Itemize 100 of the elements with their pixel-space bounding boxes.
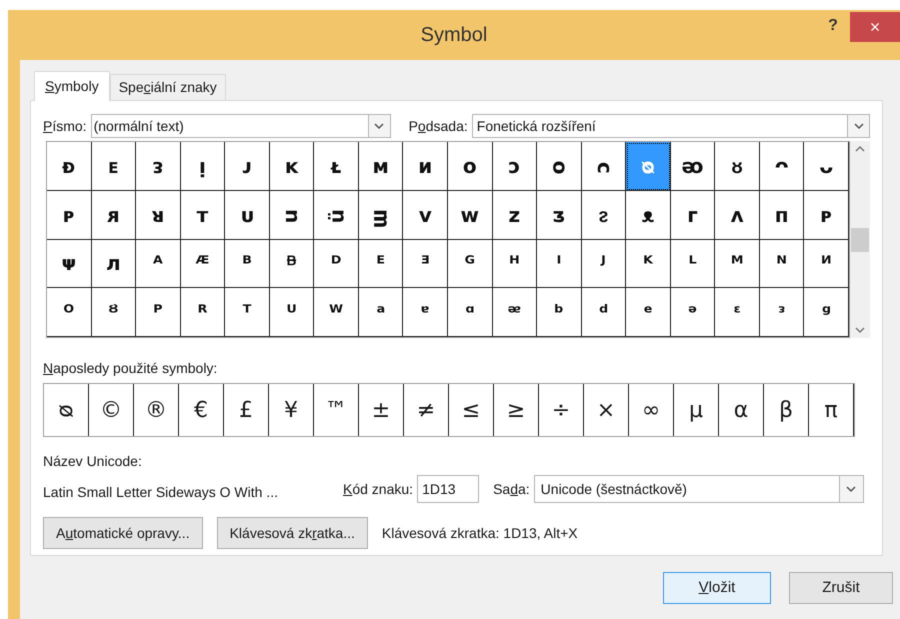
symbol-cell[interactable]: ᵅ <box>448 288 493 337</box>
symbol-cell[interactable]: ᴤ <box>582 190 626 240</box>
symbol-cell[interactable]: ᴥ <box>626 190 671 240</box>
symbol-cell[interactable]: ᴚ <box>136 190 181 240</box>
font-dropdown[interactable]: (normální text) <box>90 114 391 138</box>
symbol-cell[interactable]: ᵋ <box>715 288 760 337</box>
symbol-cell[interactable]: ᵌ <box>760 288 804 337</box>
symbol-cell[interactable]: ᴊ <box>225 142 270 191</box>
symbol-cell[interactable]: ᴾ <box>136 288 181 337</box>
recent-symbol-cell[interactable]: ≤ <box>449 384 494 436</box>
recent-symbol-cell[interactable]: µ <box>674 384 719 436</box>
symbol-cell[interactable]: ᴍ <box>358 142 404 191</box>
symbol-cell[interactable]: ᴭ <box>180 240 226 288</box>
symbol-cell[interactable]: ᴆ <box>47 142 92 191</box>
symbol-cell[interactable]: ᵄ <box>403 288 448 337</box>
symbol-cell[interactable]: ᵃ <box>358 288 404 337</box>
symbol-cell[interactable]: ᴌ <box>314 142 359 191</box>
symbol-cell[interactable]: ᵊ <box>670 288 716 337</box>
symbol-cell[interactable]: ᴎ <box>403 142 448 191</box>
recent-symbol-cell[interactable]: × <box>584 384 629 436</box>
symbol-cell[interactable]: ᴜ <box>225 190 270 240</box>
subset-dropdown[interactable]: Fonetická rozšíření <box>472 114 870 138</box>
tab[interactable]: Symboly <box>34 71 110 101</box>
symbol-cell[interactable]: ᴛ <box>180 190 226 240</box>
recent-symbol-cell[interactable]: £ <box>224 384 269 436</box>
symbol-cell[interactable]: ᴔ <box>670 142 716 191</box>
symbol-cell[interactable]: ᴿ <box>180 288 226 337</box>
symbol-cell[interactable]: ᴬ <box>136 240 181 288</box>
symbol-cell[interactable]: ᴺ <box>760 240 804 288</box>
insert-button[interactable]: Vložit <box>663 572 771 604</box>
symbol-cell[interactable]: ᴑ <box>537 142 582 191</box>
symbol-cell[interactable]: ᴴ <box>492 240 538 288</box>
symbol-cell[interactable]: ᴒ <box>582 142 626 191</box>
symbol-cell[interactable]: ᴶ <box>582 240 626 288</box>
symbol-cell[interactable]: ᵈ <box>582 288 626 337</box>
scroll-down-icon[interactable] <box>855 327 866 334</box>
symbol-cell[interactable]: ᴫ <box>92 240 136 288</box>
scroll-up-icon[interactable] <box>855 145 866 152</box>
recent-symbol-cell[interactable]: ÷ <box>539 384 584 436</box>
tab[interactable]: Speciální znaky <box>110 74 226 100</box>
symbol-cell[interactable]: ᴇ <box>92 142 136 191</box>
symbol-cell[interactable]: ᴩ <box>804 190 850 240</box>
symbol-cell[interactable]: ᴝ <box>270 190 314 240</box>
symbol-cell[interactable]: ᴨ <box>760 190 804 240</box>
recent-symbol-cell[interactable]: α <box>719 384 764 436</box>
symbol-cell[interactable]: ᵆ <box>492 288 538 337</box>
symbol-cell[interactable]: ᵁ <box>270 288 314 337</box>
char-code-field[interactable]: 1D13 <box>417 475 480 503</box>
symbol-cell[interactable]: ᴵ <box>537 240 582 288</box>
symbol-cell[interactable]: ᴈ <box>136 142 181 191</box>
symbol-cell[interactable]: ᴹ <box>715 240 760 288</box>
recent-symbol-cell[interactable]: ± <box>359 384 404 436</box>
recent-symbol-cell[interactable]: β <box>764 384 809 436</box>
symbol-cell[interactable]: ᴘ <box>47 190 92 240</box>
symbol-cell[interactable]: ᴠ <box>403 190 448 240</box>
symbol-cell[interactable]: ᴷ <box>626 240 671 288</box>
recent-symbol-cell[interactable]: © <box>89 384 134 436</box>
symbol-cell[interactable]: ᴕ <box>715 142 760 191</box>
recent-symbol-cell[interactable]: π <box>809 384 854 436</box>
symbol-cell[interactable]: ᵍ <box>804 288 850 337</box>
recent-symbol-cell[interactable]: € <box>179 384 224 436</box>
symbol-cell[interactable]: ᴟ <box>358 190 404 240</box>
symbol-cell[interactable]: ᴰ <box>314 240 359 288</box>
cancel-button[interactable]: Zrušit <box>789 572 893 604</box>
scrollbar-thumb[interactable] <box>851 228 870 252</box>
set-dropdown[interactable]: Unicode (šestnáctkově) <box>534 475 864 503</box>
symbol-cell[interactable]: ᴢ <box>492 190 538 240</box>
symbol-cell[interactable]: ᴼ <box>47 288 92 337</box>
symbol-cell[interactable]: ᴮ <box>225 240 270 288</box>
symbol-cell[interactable]: ᴙ <box>92 190 136 240</box>
symbol-cell[interactable]: ᴖ <box>760 142 804 191</box>
symbol-cell[interactable]: ᵉ <box>626 288 671 337</box>
symbol-cell[interactable]: ᴸ <box>670 240 716 288</box>
symbol-cell[interactable]: ᴣ <box>537 190 582 240</box>
shortcut-key-button[interactable]: Klávesová zkratka... <box>216 517 368 549</box>
recent-symbol-cell[interactable]: ≠ <box>404 384 449 436</box>
symbol-cell[interactable]: ᴪ <box>47 240 92 288</box>
symbol-cell[interactable]: ᴞ <box>314 190 359 240</box>
symbol-cell[interactable]: ᴏ <box>448 142 493 191</box>
recent-symbol-cell[interactable]: ™ <box>314 384 359 436</box>
symbol-cell[interactable]: ᴧ <box>715 190 760 240</box>
recent-symbol-cell[interactable]: ® <box>134 384 179 436</box>
help-button[interactable]: ? <box>818 14 848 38</box>
symbol-cell[interactable]: ᴋ <box>270 142 314 191</box>
symbol-cell[interactable]: ᴽ <box>92 288 136 337</box>
symbol-cell[interactable]: ᴦ <box>670 190 716 240</box>
recent-symbol-cell[interactable]: ᴓ <box>44 384 89 436</box>
scrollbar[interactable] <box>850 141 870 338</box>
symbol-cell[interactable]: ᴲ <box>403 240 448 288</box>
autocorrect-button[interactable]: Automatické opravy... <box>43 517 203 549</box>
symbol-cell[interactable]: ᵇ <box>537 288 582 337</box>
symbol-cell[interactable]: ᴱ <box>358 240 404 288</box>
recent-symbol-cell[interactable]: ≥ <box>494 384 539 436</box>
symbol-cell[interactable]: ᴐ <box>492 142 538 191</box>
symbol-cell[interactable]: ᴗ <box>804 142 850 191</box>
symbol-cell[interactable]: ᴳ <box>448 240 493 288</box>
close-button[interactable]: × <box>850 12 900 42</box>
symbol-cell[interactable]: ᵀ <box>225 288 270 337</box>
recent-symbol-cell[interactable]: ¥ <box>269 384 314 436</box>
symbol-cell[interactable]: ᵂ <box>314 288 359 337</box>
